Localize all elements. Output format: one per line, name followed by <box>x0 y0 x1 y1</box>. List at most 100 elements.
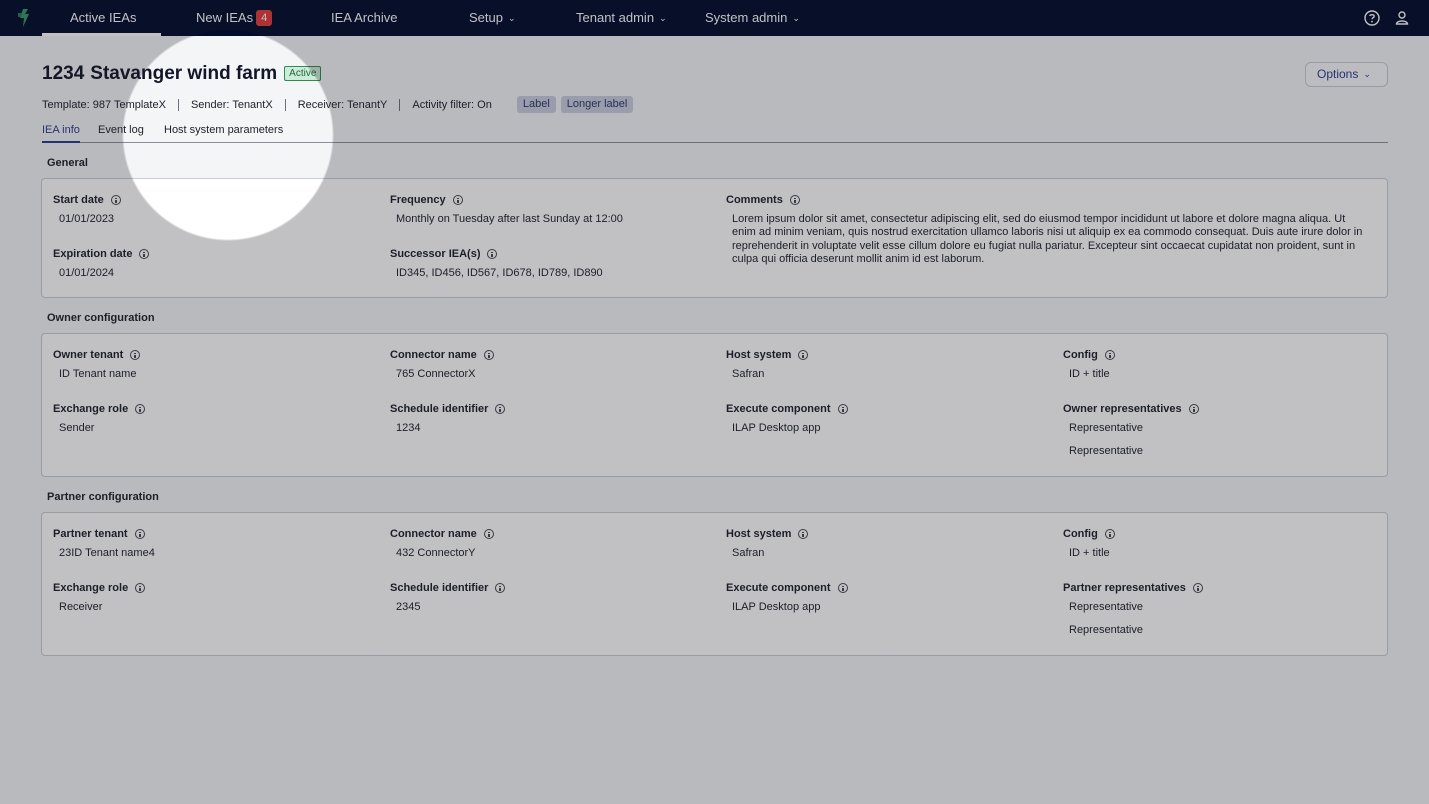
info-icon[interactable] <box>495 583 506 593</box>
info-icon[interactable] <box>1104 529 1115 539</box>
info-icon[interactable] <box>1192 583 1203 593</box>
nav-new-ieas[interactable]: New IEAs 4 <box>196 0 273 36</box>
info-icon[interactable] <box>139 249 150 259</box>
nav-tenant-admin[interactable]: Tenant admin ⌄ <box>576 0 667 36</box>
label-text: Schedule identifier <box>390 403 489 415</box>
field-value: 01/01/2023 <box>59 213 115 225</box>
field-value: Representative Representative <box>1069 601 1203 636</box>
field-schedule-identifier: Schedule identifier 1234 <box>390 403 506 434</box>
info-icon[interactable] <box>1104 350 1115 360</box>
info-icon[interactable] <box>495 404 506 414</box>
field-value: Monthly on Tuesday after last Sunday at … <box>396 213 623 225</box>
field-successor-ieas: Successor IEA(s) ID345, ID456, ID567, ID… <box>390 248 603 279</box>
field-label: Connector name <box>390 349 494 361</box>
info-icon[interactable] <box>837 583 848 593</box>
field-value: Sender <box>59 422 95 434</box>
nav-iea-archive[interactable]: IEA Archive <box>331 0 397 36</box>
field-start-date: Start date 01/01/2023 <box>53 194 121 225</box>
info-icon[interactable] <box>798 529 809 539</box>
field-label: Host system <box>726 349 809 361</box>
field-host-system: Host system Safran <box>726 349 809 380</box>
label-text: Config <box>1063 349 1098 361</box>
field-exchange-role: Exchange role Receiver <box>53 582 146 613</box>
field-value: ID + title <box>1069 547 1110 559</box>
tab-iea-info[interactable]: IEA info <box>42 122 80 143</box>
info-icon[interactable] <box>1188 404 1199 414</box>
field-value: 2345 <box>396 601 421 613</box>
nav-label: Tenant admin <box>576 10 655 25</box>
meta-activity-filter: Activity filter: On <box>412 98 492 111</box>
field-label: Host system <box>726 528 809 540</box>
status-badge: Active <box>284 66 322 81</box>
representative-item: Representative <box>1069 422 1143 434</box>
field-value: ID345, ID456, ID567, ID678, ID789, ID890 <box>396 267 603 279</box>
field-value: ILAP Desktop app <box>732 601 821 613</box>
field-value: ID + title <box>1069 368 1110 380</box>
label-tag: Label <box>516 96 556 113</box>
info-icon[interactable] <box>134 529 145 539</box>
nav-label: System admin <box>705 10 788 25</box>
label-text: Connector name <box>390 528 477 540</box>
field-schedule-identifier: Schedule identifier 2345 <box>390 582 506 613</box>
field-label: Comments <box>726 194 1372 206</box>
label-text: Successor IEA(s) <box>390 248 481 260</box>
field-value: Receiver <box>59 601 103 613</box>
nav-system-admin[interactable]: System admin ⌄ <box>705 0 800 36</box>
field-label: Owner tenant <box>53 349 141 361</box>
label-text: Start date <box>53 194 104 206</box>
info-icon[interactable] <box>789 195 800 205</box>
info-icon[interactable] <box>135 583 146 593</box>
app-logo-icon[interactable] <box>14 6 34 30</box>
field-label: Start date <box>53 194 121 206</box>
field-label: Partner representatives <box>1063 582 1203 594</box>
field-value: 23ID Tenant name4 <box>59 547 155 559</box>
nav-active-indicator <box>42 33 161 36</box>
label-text: Frequency <box>390 194 446 206</box>
label-text: Config <box>1063 528 1098 540</box>
label-text: Schedule identifier <box>390 582 489 594</box>
representative-item: Representative <box>1069 445 1143 457</box>
section-title-owner: Owner configuration <box>47 312 155 324</box>
field-label: Frequency <box>390 194 623 206</box>
info-icon[interactable] <box>135 404 146 414</box>
field-label: Schedule identifier <box>390 582 506 594</box>
help-circle-icon[interactable] <box>1363 9 1381 27</box>
field-label: Schedule identifier <box>390 403 506 415</box>
nav-label: New IEAs <box>196 10 254 25</box>
info-icon[interactable] <box>130 350 141 360</box>
field-value: 01/01/2024 <box>59 267 115 279</box>
field-label: Config <box>1063 528 1115 540</box>
tab-event-log[interactable]: Event log <box>98 122 144 138</box>
chevron-down-icon: ⌄ <box>1363 69 1371 79</box>
field-label: Exchange role <box>53 582 146 594</box>
label-text: Connector name <box>390 349 477 361</box>
meta-sender: Sender: TenantX <box>190 98 273 111</box>
field-label: Exchange role <box>53 403 146 415</box>
section-title-partner: Partner configuration <box>47 491 159 503</box>
info-icon[interactable] <box>452 195 463 205</box>
info-icon[interactable] <box>110 195 121 205</box>
info-icon[interactable] <box>798 350 809 360</box>
iea-meta-row: Template: 987 TemplateX Sender: TenantX … <box>42 96 634 113</box>
top-navigation-bar: Active IEAs New IEAs 4 IEA Archive Setup ⌄… <box>0 0 1429 36</box>
label-text: Execute component <box>726 582 831 594</box>
options-button[interactable]: Options ⌄ <box>1305 62 1388 87</box>
field-label: Expiration date <box>53 248 150 260</box>
field-label: Owner representatives <box>1063 403 1199 415</box>
info-icon[interactable] <box>483 350 494 360</box>
field-config: Config ID + title <box>1063 349 1115 380</box>
representative-item: Representative <box>1069 601 1143 613</box>
info-icon[interactable] <box>837 404 848 414</box>
info-icon[interactable] <box>483 529 494 539</box>
partner-config-card: Partner tenant 23ID Tenant name4 Exchang… <box>41 512 1388 656</box>
field-exchange-role: Exchange role Sender <box>53 403 146 434</box>
field-value: 765 ConnectorX <box>396 368 476 380</box>
info-icon[interactable] <box>487 249 498 259</box>
nav-label: Active IEAs <box>70 10 137 25</box>
nav-active-ieas[interactable]: Active IEAs <box>70 0 136 36</box>
tab-host-system-parameters[interactable]: Host system parameters <box>164 122 283 138</box>
field-value: 432 ConnectorY <box>396 547 476 559</box>
nav-setup[interactable]: Setup ⌄ <box>469 0 516 36</box>
label-text: Partner tenant <box>53 528 128 540</box>
user-icon[interactable] <box>1393 9 1411 27</box>
